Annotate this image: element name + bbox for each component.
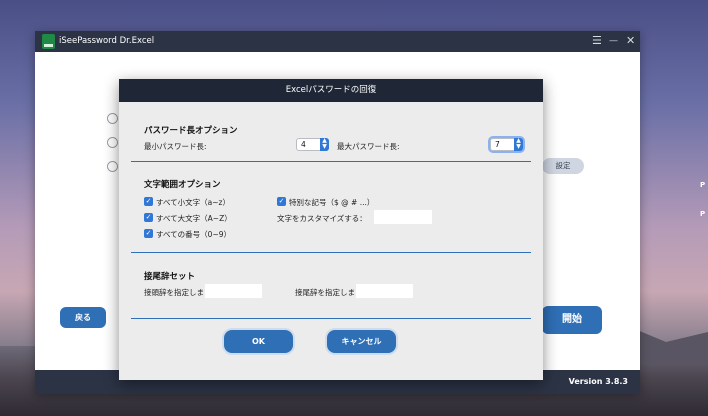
minimize-icon[interactable]: —	[609, 34, 618, 48]
mode-radio[interactable]	[107, 161, 118, 172]
app-titlebar: iSeePassword Dr.Excel ☰ — ✕	[35, 31, 640, 52]
lowercase-checkbox[interactable]: ✓	[144, 197, 153, 206]
menu-icon[interactable]: ☰	[592, 34, 602, 48]
suffix-label: 接尾辞を指定しま	[295, 288, 355, 297]
dialog-body: パスワード長オプション 最小パスワード長: 4 ▲ ▼ 最大パスワード長: 7 ▲…	[119, 102, 543, 380]
max-length-stepper[interactable]: 7 ▲ ▼	[488, 136, 525, 153]
desktop-edge-text: P	[700, 210, 706, 218]
mode-radio[interactable]	[107, 137, 118, 148]
cancel-button[interactable]: キャンセル	[327, 330, 396, 353]
back-button[interactable]: 戻る	[60, 307, 106, 328]
min-length-value: 4	[301, 140, 306, 149]
version-label: Version 3.8.3	[568, 377, 628, 386]
digits-checkbox[interactable]: ✓	[144, 229, 153, 238]
ok-button[interactable]: OK	[224, 330, 293, 353]
max-length-value: 7	[495, 140, 500, 149]
prefix-label: 接頭辞を指定しま	[144, 288, 204, 297]
min-length-stepper[interactable]: 4 ▲ ▼	[296, 138, 329, 151]
settings-button[interactable]: 設定	[542, 158, 584, 174]
lowercase-label: すべて小文字（a~z）	[156, 198, 230, 207]
dialog-title: Excelパスワードの回復	[119, 79, 543, 102]
suffix-input[interactable]	[356, 284, 413, 298]
charset-section-heading: 文字範囲オプション	[144, 180, 221, 190]
length-section-heading: パスワード長オプション	[144, 126, 238, 136]
section-divider	[131, 161, 531, 162]
affix-section-heading: 接尾辞セット	[144, 272, 196, 282]
start-button[interactable]: 開始	[542, 306, 602, 334]
min-length-label: 最小パスワード長:	[144, 142, 207, 151]
prefix-input[interactable]	[205, 284, 262, 298]
mode-radio[interactable]	[107, 113, 118, 124]
uppercase-label: すべて大文字（A~Z）	[156, 214, 232, 223]
uppercase-checkbox[interactable]: ✓	[144, 213, 153, 222]
digits-label: すべての番号（0~9）	[156, 230, 232, 239]
app-title: iSeePassword Dr.Excel	[59, 36, 155, 46]
section-divider	[131, 252, 531, 253]
custom-chars-input[interactable]	[374, 210, 432, 224]
stepper-arrows-icon[interactable]: ▲ ▼	[514, 138, 523, 151]
custom-chars-label: 文字をカスタマイズする：	[277, 214, 367, 223]
section-divider	[131, 318, 531, 319]
desktop-edge-text: P	[700, 181, 706, 189]
stepper-arrows-icon[interactable]: ▲ ▼	[320, 138, 329, 151]
excel-logo-icon	[42, 34, 55, 49]
max-length-label: 最大パスワード長:	[337, 142, 400, 151]
special-label: 特別な記号（$ @ # ...）	[289, 198, 375, 207]
close-icon[interactable]: ✕	[626, 34, 635, 48]
special-checkbox[interactable]: ✓	[277, 197, 286, 206]
recovery-dialog: Excelパスワードの回復 パスワード長オプション 最小パスワード長: 4 ▲ ▼…	[119, 79, 543, 380]
